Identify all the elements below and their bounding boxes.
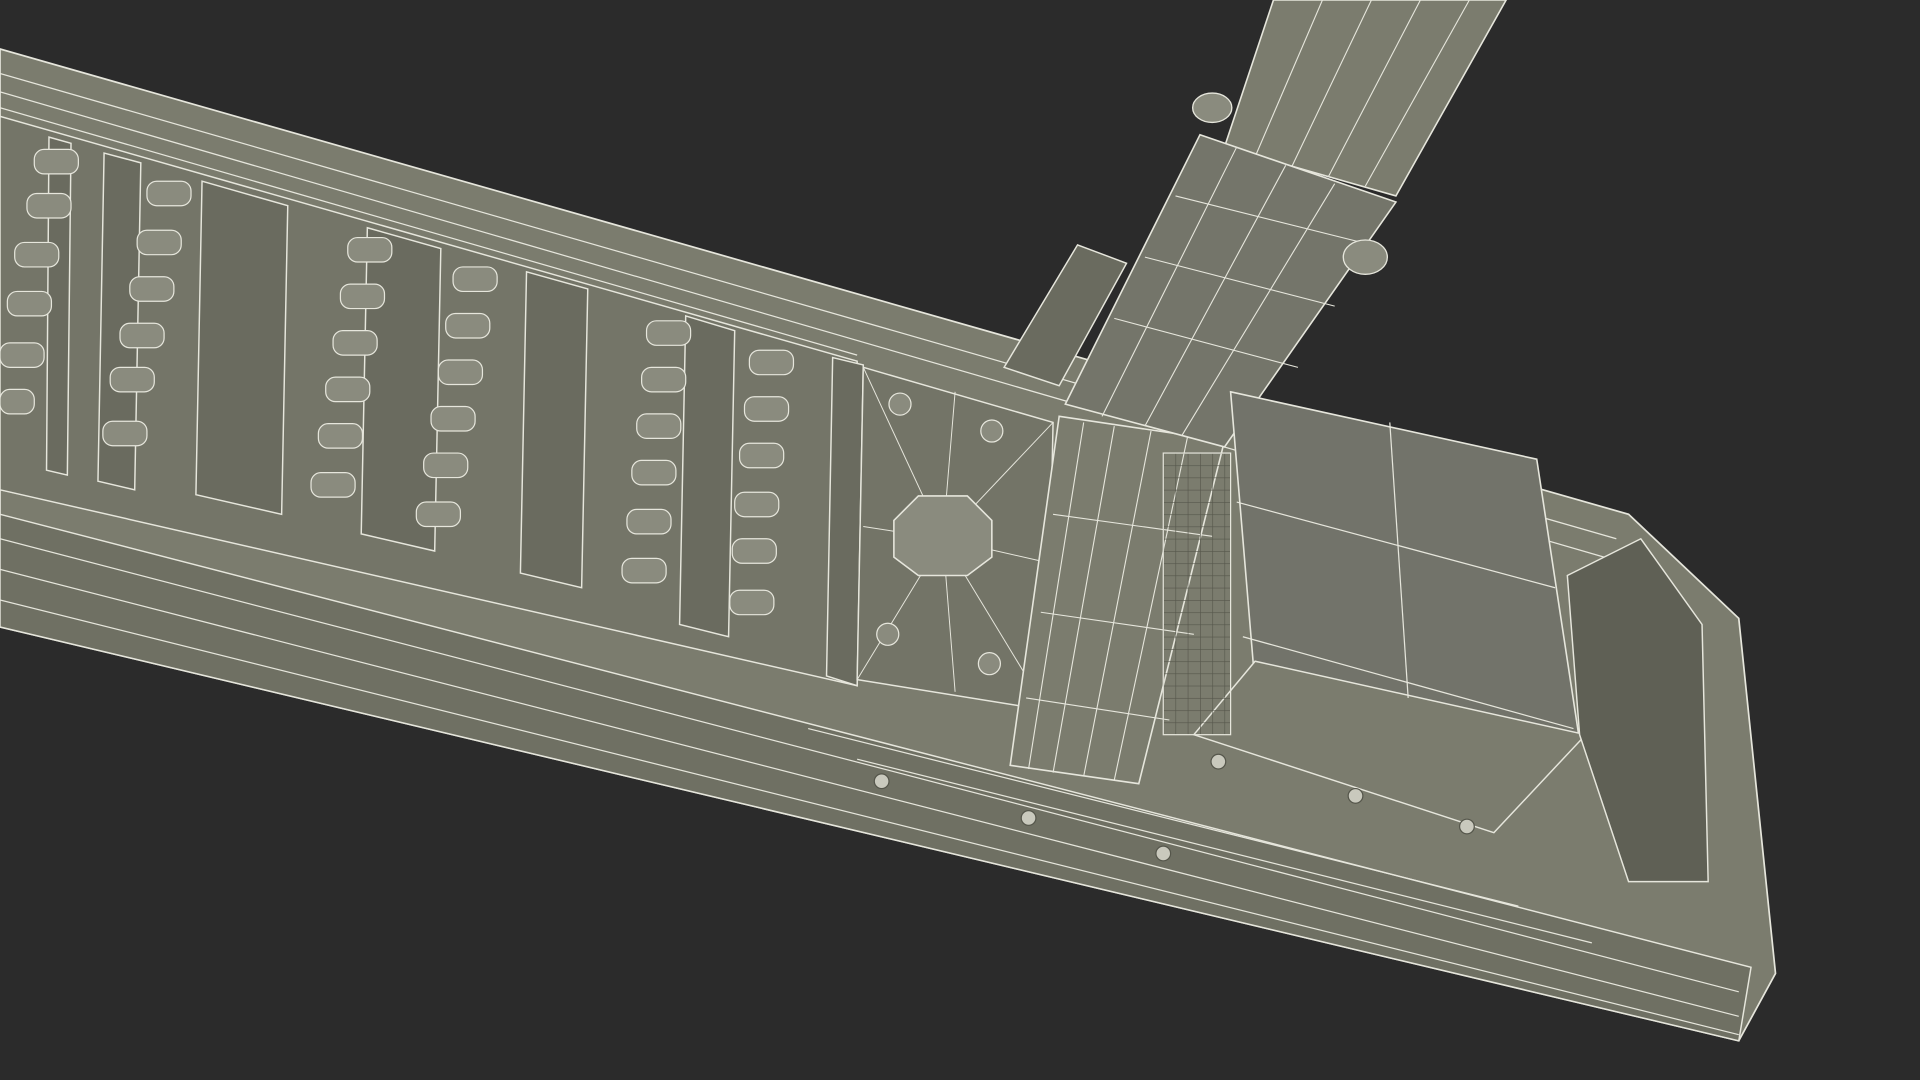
render-viewport	[0, 0, 1920, 1080]
octagon-boss	[893, 495, 993, 577]
wireframe-scene	[0, 0, 1777, 1042]
heatsink-grille	[1162, 452, 1232, 736]
